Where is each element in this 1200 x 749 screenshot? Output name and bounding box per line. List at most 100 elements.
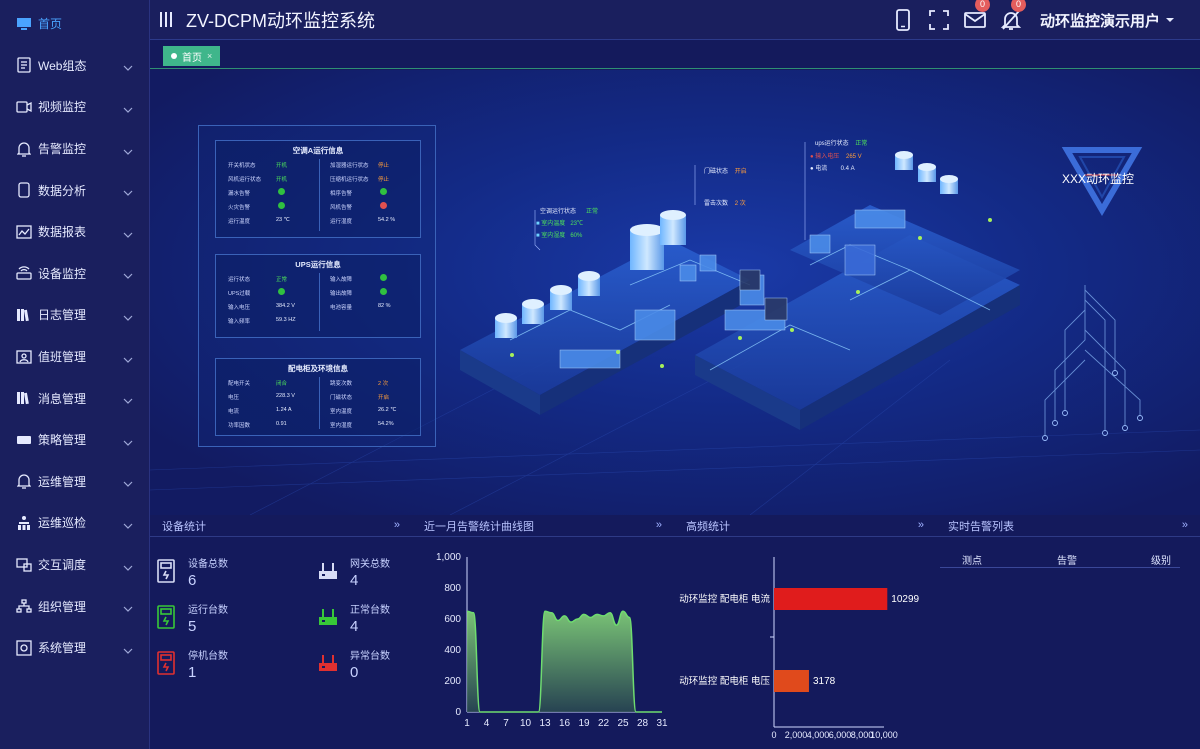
info-field: 风机告警 xyxy=(330,202,387,211)
info-label: 输入电压 xyxy=(228,305,251,311)
sidebar-item[interactable]: 消息管理 xyxy=(0,377,149,419)
y-tick-label: 200 xyxy=(444,676,461,687)
sidebar-item-label: 首页 xyxy=(38,17,63,32)
device-icon xyxy=(156,559,176,583)
expand-icon[interactable]: » xyxy=(394,519,400,531)
stat-value: 0 xyxy=(350,664,359,681)
y-tick-label: 600 xyxy=(444,614,461,625)
x-tick-label: 25 xyxy=(617,718,629,729)
column-header[interactable]: 测点 xyxy=(962,552,982,567)
stat-label: 异常台数 xyxy=(350,651,390,662)
x-tick-label: 13 xyxy=(539,718,551,729)
callout-label: 门磁状态 xyxy=(704,169,729,175)
pdu-info-card: 配电柜及环境信息 配电开关 闭合 跳变次数 2 次电压 228.3 V 门磁状态 开启 电流 1… xyxy=(215,358,421,436)
info-label: 输出故障 xyxy=(330,291,353,297)
info-field: 火灾告警 xyxy=(228,202,285,211)
close-icon[interactable]: × xyxy=(207,51,212,61)
stat-item[interactable]: 正常台数 4 xyxy=(318,601,390,635)
panel-title: 设备统计 xyxy=(162,520,206,533)
stat-value: 5 xyxy=(188,618,197,635)
info-value: 54.2% xyxy=(378,421,394,427)
info-label: 运行温度 xyxy=(228,219,251,225)
info-label: 运行状态 xyxy=(228,277,251,283)
info-label: 电压 xyxy=(228,395,240,401)
sidebar-item[interactable]: 运维巡检 xyxy=(0,502,149,544)
tab-home[interactable]: 首页 × xyxy=(163,46,221,66)
info-field: 风机运行状态 开机 xyxy=(228,175,287,183)
info-field: 门磁状态 开启 xyxy=(330,393,389,401)
expand-icon[interactable]: » xyxy=(918,519,924,531)
router-icon xyxy=(318,651,338,675)
bell-icon xyxy=(16,473,32,489)
sidebar-item[interactable]: 系统管理 xyxy=(0,627,149,669)
sidebar-item[interactable]: 日志管理 xyxy=(0,294,149,336)
sidebar-item[interactable]: 运维管理 xyxy=(0,461,149,503)
stat-item[interactable]: 设备总数 6 xyxy=(156,555,228,589)
stat-item[interactable]: 异常台数 0 xyxy=(318,647,390,681)
mail-icon[interactable]: 0 xyxy=(964,0,990,31)
sidebar-item[interactable]: 设备监控 xyxy=(0,253,149,295)
monitor-icon xyxy=(16,16,32,32)
status-indicator xyxy=(380,188,387,195)
x-tick-label: 1 xyxy=(464,718,470,729)
alarm-off-icon[interactable]: 0 xyxy=(1000,0,1026,31)
sidebar-item-label: 组织管理 xyxy=(38,599,87,614)
callout-value: 正常 xyxy=(855,141,868,147)
bell-icon xyxy=(16,141,32,157)
screens-icon xyxy=(16,557,32,573)
column-header[interactable]: 级别 xyxy=(1151,552,1171,567)
info-label: 输入故障 xyxy=(330,277,353,283)
fullscreen-icon[interactable] xyxy=(928,9,950,31)
info-label: 运行湿度 xyxy=(330,219,353,225)
info-value: 开启 xyxy=(378,395,390,401)
category-label: 动环监控 配电柜 电流 xyxy=(679,593,770,605)
info-label: 火灾告警 xyxy=(228,205,251,211)
info-label: 漏水告警 xyxy=(228,191,251,197)
sidebar-item-label: 系统管理 xyxy=(38,641,87,656)
stat-item[interactable]: 停机台数 1 xyxy=(156,647,228,681)
chevron-down-icon xyxy=(123,476,133,488)
books-icon xyxy=(16,390,32,406)
callout-indoor-temp: ■ 室内温度 23℃ xyxy=(536,221,584,227)
x-tick-label: 22 xyxy=(598,718,610,729)
info-field: 输入频率 59.3 HZ xyxy=(228,317,296,325)
sidebar-item[interactable]: 值班管理 xyxy=(0,336,149,378)
sidebar-item[interactable]: 组织管理 xyxy=(0,585,149,627)
ups-info-title: UPS运行信息 xyxy=(295,260,341,269)
info-field: 室内湿度 54.2% xyxy=(330,421,394,429)
chevron-down-icon xyxy=(123,435,133,446)
stat-text: 异常台数 0 xyxy=(350,647,390,681)
sidebar-item-label: 运维管理 xyxy=(38,474,87,489)
info-label: 电池容量 xyxy=(330,305,353,311)
info-field: 相序告警 xyxy=(330,188,387,197)
sidebar-item[interactable]: 数据报表 xyxy=(0,211,149,253)
sidebar-item[interactable]: 策略管理 xyxy=(0,419,149,461)
info-field: UPS过载 xyxy=(228,288,285,297)
user-menu[interactable]: 动环监控演示用户 xyxy=(1040,10,1174,31)
sidebar-item[interactable]: 交互调度 xyxy=(0,544,149,586)
sidebar-item[interactable]: 告警监控 xyxy=(0,128,149,170)
mobile-icon[interactable] xyxy=(892,9,914,31)
device-stats-panel: 设备统计 » 设备总数 6 网关总数 4 运行台数 5 正常台数 4 停机台数 1 异常台数 0 xyxy=(150,515,412,749)
callout-value: 正常 xyxy=(586,209,599,215)
top-header: ZV-DCPM动环监控系统 0 0 动环监控演示用户 xyxy=(150,0,1200,40)
stat-item[interactable]: 网关总数 4 xyxy=(318,555,390,589)
expand-icon[interactable]: » xyxy=(1182,519,1188,531)
expand-icon[interactable]: » xyxy=(656,519,662,531)
menu-toggle-icon[interactable] xyxy=(160,12,174,28)
org-icon xyxy=(16,598,32,614)
realtime-alarm-panel: 实时告警列表 » 测点 告警 级别 xyxy=(936,515,1200,749)
sidebar-item[interactable]: 数据分析 xyxy=(0,169,149,211)
chevron-down-icon xyxy=(123,393,133,404)
column-header[interactable]: 告警 xyxy=(1057,552,1077,567)
info-label: 输入频率 xyxy=(228,319,251,325)
info-label: 室内湿度 xyxy=(330,423,353,429)
callout-value: 265 V xyxy=(845,154,862,160)
x-tick-label: 10 xyxy=(520,718,532,729)
info-label: 压缩机运行状态 xyxy=(330,177,369,183)
stat-item[interactable]: 运行台数 5 xyxy=(156,601,228,635)
callout-label: 电流 xyxy=(815,166,828,172)
sidebar-item[interactable]: Web组态 xyxy=(0,45,149,87)
sidebar-item[interactable]: 视频监控 xyxy=(0,86,149,128)
sidebar-item[interactable]: 首页 xyxy=(0,3,149,45)
